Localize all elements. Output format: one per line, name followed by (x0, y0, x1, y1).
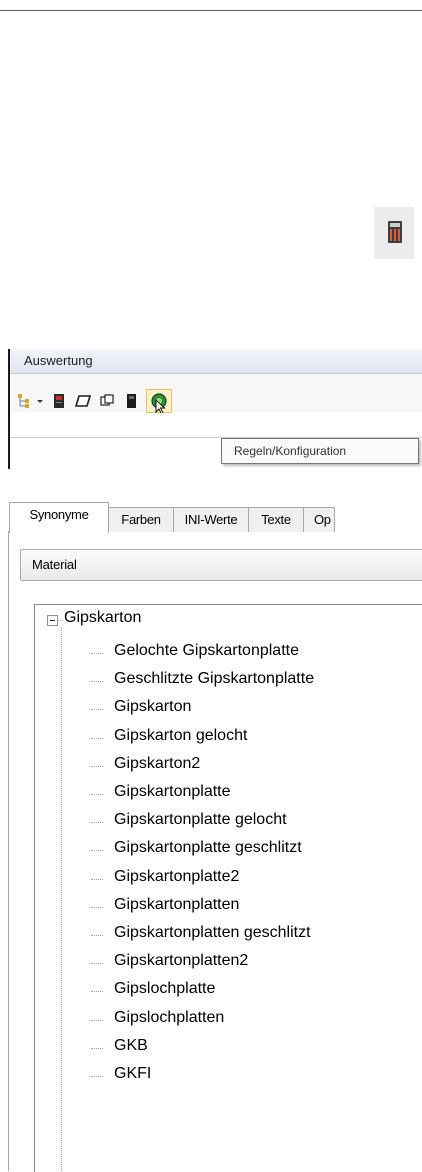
tree-node-label: Gipslochplatten (114, 1008, 225, 1026)
tree-connector (91, 935, 103, 936)
book-red-icon[interactable] (51, 393, 67, 409)
tree-node[interactable]: Gipskartonplatten (61, 895, 421, 923)
tab-farben[interactable]: Farben (108, 507, 174, 532)
tree-node-label: Gipskartonplatten2 (114, 952, 249, 970)
card-icon[interactable] (75, 393, 91, 409)
tree-node[interactable]: Gipslochplatte (61, 979, 421, 1007)
tree-node[interactable]: Gelochte Gipskartonplatte (61, 641, 421, 669)
tree-connector (91, 963, 103, 965)
tree-connector (91, 822, 103, 824)
tree-connector (91, 737, 103, 739)
tooltip-text: Regeln/Konfiguration (234, 444, 347, 458)
tree-node[interactable]: Gipskartonplatten2 (61, 951, 421, 979)
tab-texte[interactable]: Texte (248, 507, 304, 532)
tree-node[interactable]: Gipskarton gelocht (61, 726, 421, 754)
panel-toolbar (10, 374, 422, 412)
tab-strip: Synonyme Farben INI-Werte Texte Op (8, 502, 422, 533)
tree-connector (91, 709, 103, 711)
tree-connector (91, 1047, 103, 1049)
tree-node[interactable]: Gipskarton (61, 697, 421, 725)
tree-node-label: Geschlitzte Gipskartonplatte (114, 670, 315, 688)
tree-node-label: Gipskarton (114, 698, 192, 716)
tree-node[interactable]: Gipskarton2 (61, 754, 421, 782)
tree-node[interactable]: GKFI (61, 1064, 421, 1092)
tree-node[interactable]: Geschlitzte Gipskartonplatte (61, 669, 421, 697)
tree-connector (91, 794, 103, 795)
tree-connector (91, 906, 103, 908)
calculator-icon (388, 221, 402, 243)
tree-connector (91, 991, 103, 993)
tab-op[interactable]: Op (303, 507, 335, 532)
tree-connector (91, 653, 103, 654)
tree-node[interactable]: Gipskartonplatte geschlitzt (61, 838, 421, 866)
tree-connector (91, 1076, 103, 1077)
copy-icon[interactable] (99, 393, 115, 409)
panel-header: Auswertung (10, 349, 422, 374)
tree-connector (91, 1019, 103, 1021)
panel-title: Auswertung (24, 353, 93, 368)
tree-node-label: Gipskartonplatten (114, 895, 240, 913)
tree-node[interactable]: Gipslochplatten (61, 1008, 421, 1036)
tree-node-label: Gelochte Gipskartonplatte (114, 642, 299, 659)
book-icon[interactable] (123, 393, 139, 409)
tree-connector (91, 681, 103, 683)
tab-synonyme[interactable]: Synonyme (9, 502, 109, 533)
top-divider (0, 10, 422, 11)
calculator-button[interactable] (374, 207, 414, 259)
tree-node-label: Gipslochplatte (114, 980, 216, 998)
tree-node-label: Gipskartonplatte2 (114, 867, 240, 885)
category-dropdown[interactable]: Material (20, 549, 422, 581)
hierarchy-dropdown-icon[interactable] (17, 393, 45, 409)
tree-node-label: GKFI (114, 1065, 152, 1082)
tree-root-gipskarton[interactable]: Gipskarton (64, 609, 141, 627)
tooltip: Regeln/Konfiguration (221, 438, 419, 464)
tree-connector (91, 878, 103, 880)
tree-node-label: Gipskartonplatten geschlitzt (114, 924, 311, 941)
tree-connector (91, 850, 103, 852)
tree-node[interactable]: GKB (61, 1036, 421, 1064)
tab-ini-werte[interactable]: INI-Werte (173, 507, 249, 532)
tree-node[interactable]: Gipskartonplatte gelocht (61, 810, 421, 838)
dropdown-value: Material (32, 557, 77, 572)
tree-node[interactable]: Gipskartonplatte (61, 782, 421, 810)
tree-node[interactable]: Gipskartonplatte2 (61, 867, 421, 895)
tree-node-label: Gipskartonplatte (114, 783, 231, 800)
tree-node-label: Gipskarton gelocht (114, 726, 248, 744)
tree-connector (91, 765, 103, 767)
tree-node[interactable]: Gipskartonplatten geschlitzt (61, 923, 421, 951)
tree-node-label: Gipskartonplatte gelocht (114, 811, 287, 829)
tree-node-label: Gipskarton2 (114, 754, 201, 772)
rules-config-icon[interactable] (146, 389, 172, 413)
tree-node-label: Gipskartonplatte geschlitzt (114, 839, 302, 857)
tree-node-label: GKB (114, 1036, 148, 1054)
